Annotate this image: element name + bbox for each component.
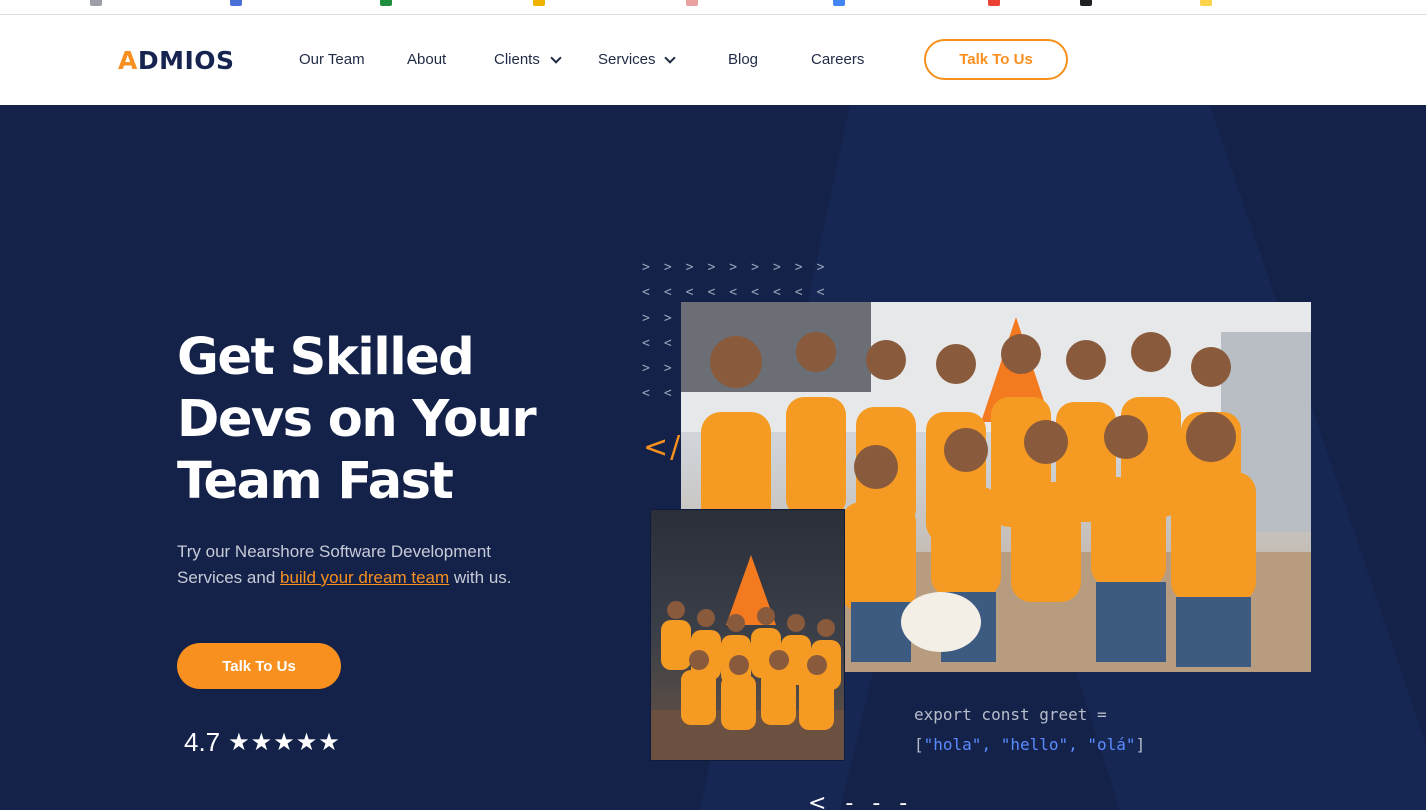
nav-our-team-label: Our Team bbox=[299, 51, 365, 68]
headline-line: Get Skilled bbox=[177, 328, 475, 387]
nav-services[interactable]: Services bbox=[598, 51, 676, 68]
bookmark-item[interactable] bbox=[686, 0, 698, 6]
decorative-dashes: < - - - bbox=[808, 791, 914, 810]
code-snippet: export const greet = ["hola", "hello", "… bbox=[914, 700, 1145, 760]
code-bracket: [ bbox=[914, 735, 924, 754]
bookmark-item[interactable] bbox=[1080, 0, 1092, 6]
nav-about-label: About bbox=[407, 51, 447, 68]
subtitle-text-end: with us. bbox=[449, 568, 512, 587]
site-header: A DMIOS Our Team About Clients Services B… bbox=[0, 15, 1426, 105]
hero-section: Get Skilled Devs on Your Team Fast Try o… bbox=[0, 105, 1426, 810]
nav-blog-label: Blog bbox=[728, 51, 759, 68]
bookmark-item[interactable] bbox=[533, 0, 545, 6]
headline-line: Team Fast bbox=[177, 452, 454, 511]
hero-headline: Get Skilled Devs on Your Team Fast bbox=[177, 327, 557, 513]
chevron-down-icon bbox=[550, 51, 562, 64]
nav-about[interactable]: About bbox=[407, 51, 446, 68]
talk-to-us-hero-button[interactable]: Talk To Us bbox=[177, 643, 341, 689]
nav-careers[interactable]: Careers bbox=[811, 51, 864, 68]
rating-value: 4.7 bbox=[184, 727, 221, 757]
code-line: export const greet = bbox=[914, 705, 1107, 724]
nav-clients[interactable]: Clients bbox=[494, 51, 562, 68]
nav-services-label: Services bbox=[598, 51, 656, 68]
nav-careers-label: Careers bbox=[811, 51, 865, 68]
talk-to-us-nav-button[interactable]: Talk To Us bbox=[924, 39, 1068, 80]
logo-letter-a: A bbox=[118, 46, 138, 75]
bookmark-item[interactable] bbox=[1200, 0, 1212, 6]
team-group-illustration bbox=[651, 555, 844, 760]
bookmark-item[interactable] bbox=[833, 0, 845, 6]
nav-clients-label: Clients bbox=[494, 51, 540, 68]
team-group-photo bbox=[650, 509, 845, 761]
bookmark-item[interactable] bbox=[380, 0, 392, 6]
logo-text: DMIOS bbox=[137, 46, 235, 75]
nav-our-team[interactable]: Our Team bbox=[299, 51, 365, 68]
admios-logo[interactable]: A DMIOS bbox=[118, 46, 235, 75]
code-strings: "hola", "hello", "olá" bbox=[923, 735, 1136, 754]
code-line: ["hola", "hello", "olá"] bbox=[914, 730, 1145, 760]
star-icon: ★★★★★ bbox=[228, 729, 341, 756]
build-your-dream-team-link[interactable]: build your dream team bbox=[280, 568, 449, 587]
bookmark-item[interactable] bbox=[988, 0, 1000, 6]
code-bracket: ] bbox=[1135, 735, 1146, 754]
nav-blog[interactable]: Blog bbox=[728, 51, 758, 68]
headline-line: Devs on Your bbox=[177, 390, 537, 449]
hero-subtitle: Try our Nearshore Software Development S… bbox=[177, 539, 517, 591]
chevron-down-icon bbox=[663, 51, 676, 64]
bookmarks-bar bbox=[0, 0, 1426, 15]
rating: 4.7 ★★★★★ bbox=[184, 727, 341, 758]
bookmark-item[interactable] bbox=[230, 0, 242, 6]
bookmark-item[interactable] bbox=[90, 0, 102, 6]
